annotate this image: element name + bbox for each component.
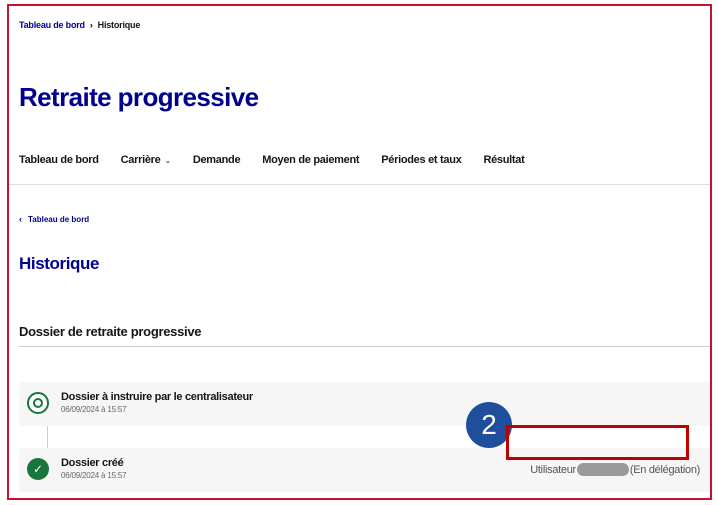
user-suffix: (En délégation): [629, 463, 700, 476]
back-link-dashboard[interactable]: ‹ Tableau de bord: [19, 214, 89, 224]
nav-item-label: Carrière: [120, 154, 161, 166]
user-prefix: Utilisateur: [530, 463, 576, 476]
event-label: Dossier à instruire par le centralisateu…: [61, 391, 253, 403]
timeline-event: Dossier à instruire par le centralisateu…: [19, 382, 710, 426]
nav-item-career[interactable]: Carrière ⌄: [120, 154, 172, 166]
pending-circle-icon: [27, 392, 49, 414]
nav-item-label: Demande: [192, 154, 241, 166]
main-nav: Tableau de bord Carrière ⌄ Demande Moyen …: [19, 154, 546, 166]
nav-item-periods[interactable]: Périodes et taux: [381, 154, 461, 166]
breadcrumb: Tableau de bord › Historique: [19, 20, 140, 30]
back-link-label: Tableau de bord: [28, 214, 90, 224]
breadcrumb-separator-icon: ›: [89, 20, 93, 30]
breadcrumb-current: Historique: [97, 20, 141, 30]
breadcrumb-link-dashboard[interactable]: Tableau de bord: [19, 20, 85, 30]
event-date: 06/09/2024 à 15:57: [61, 405, 127, 414]
event-user: Utilisateur (En délégation): [530, 463, 700, 476]
nav-item-label: Tableau de bord: [19, 154, 99, 166]
nav-item-label: Résultat: [483, 154, 525, 166]
redacted-username: [576, 463, 629, 476]
nav-item-request[interactable]: Demande: [192, 154, 241, 166]
event-label: Dossier créé: [61, 457, 124, 469]
nav-item-dashboard[interactable]: Tableau de bord: [19, 154, 99, 166]
divider: [19, 346, 710, 347]
page-header: Tableau de bord › Historique Retraite pr…: [9, 6, 710, 185]
nav-item-label: Périodes et taux: [381, 154, 462, 166]
chevron-down-icon: ⌄: [164, 155, 171, 165]
nav-item-label: Moyen de paiement: [262, 154, 360, 166]
section-title: Historique: [19, 254, 100, 273]
nav-item-payment[interactable]: Moyen de paiement: [262, 154, 359, 166]
event-date: 06/09/2024 à 15:57: [61, 471, 127, 480]
page-title: Retraite progressive: [19, 82, 259, 112]
dossier-title: Dossier de retraite progressive: [19, 324, 202, 339]
check-circle-icon: ✓: [27, 458, 49, 480]
chevron-left-icon: ‹: [19, 214, 22, 224]
annotation-highlight-box: [506, 425, 689, 460]
timeline-connector: [47, 426, 48, 448]
nav-item-result[interactable]: Résultat: [483, 154, 524, 166]
